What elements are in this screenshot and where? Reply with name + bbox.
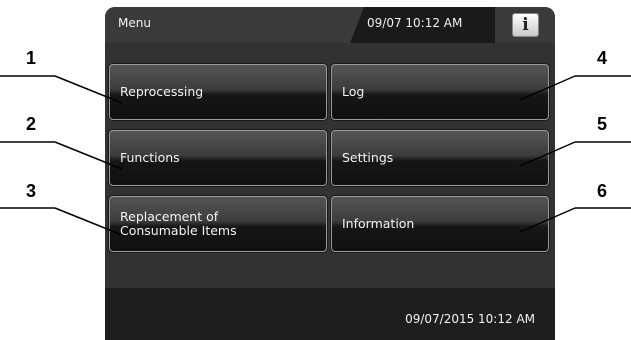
leader-pointer-3 xyxy=(54,207,123,236)
callout-4: 4 xyxy=(597,48,608,68)
leader-pointer-1 xyxy=(54,75,123,104)
callout-3: 3 xyxy=(26,181,37,201)
callout-1: 1 xyxy=(26,48,37,68)
leader-pointer-2 xyxy=(54,141,123,170)
callout-5: 5 xyxy=(597,114,608,134)
callout-2: 2 xyxy=(26,114,37,134)
leader-pointer-6 xyxy=(519,207,576,233)
callout-leaders xyxy=(0,75,631,236)
leader-pointer-5 xyxy=(519,141,576,167)
callout-6: 6 xyxy=(597,181,608,201)
leader-pointer-4 xyxy=(519,75,576,101)
